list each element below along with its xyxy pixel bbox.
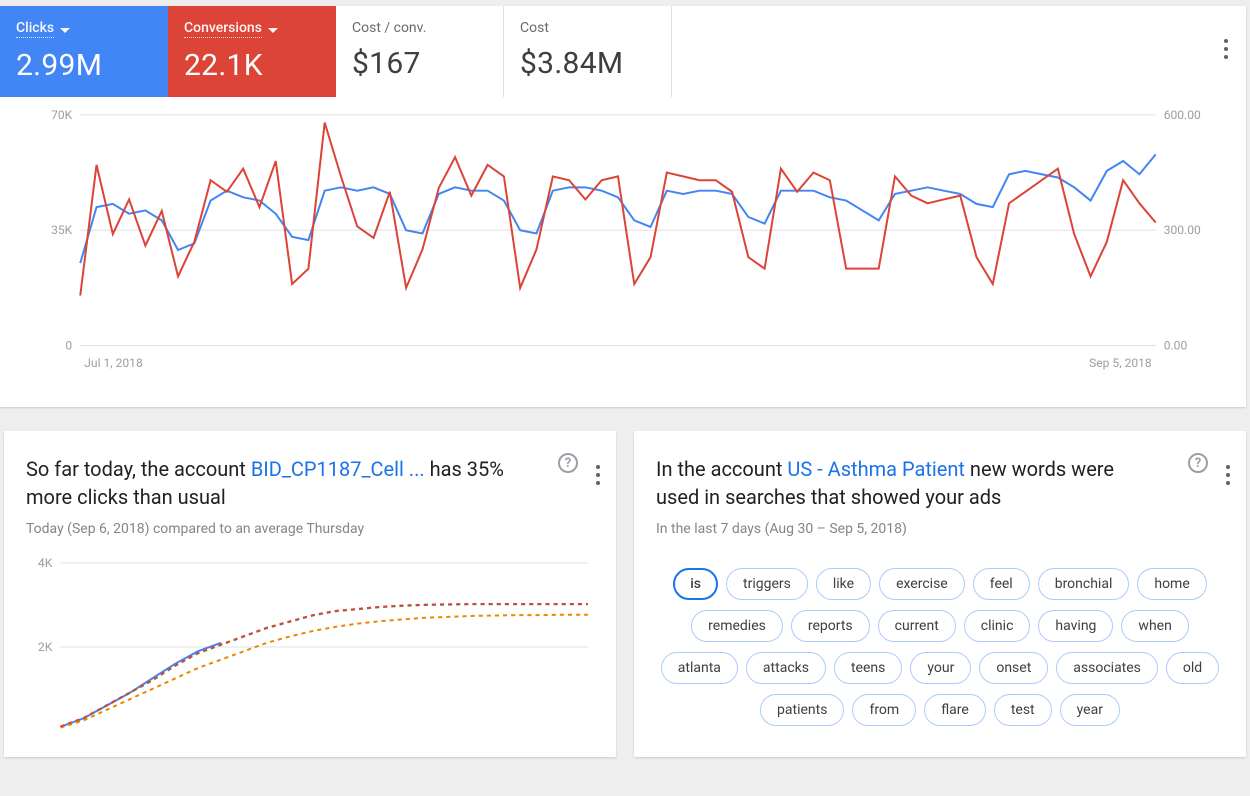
insight-right-prefix: In the account [656, 457, 787, 481]
svg-text:Jul 1, 2018: Jul 1, 2018 [84, 356, 143, 370]
search-term-pill[interactable]: remedies [691, 610, 783, 642]
more-vert-icon [596, 465, 600, 469]
time-series-chart[interactable]: 0 35K 70K 0.00 300.00 600.00 Jul 1, 2018 Sep 5,… [0, 97, 1246, 407]
svg-text:35K: 35K [51, 223, 73, 237]
search-term-pill[interactable]: having [1038, 610, 1113, 642]
search-term-pill[interactable]: your [910, 652, 971, 684]
svg-text:300.00: 300.00 [1164, 223, 1201, 237]
search-term-pill[interactable]: home [1137, 568, 1206, 600]
svg-text:0: 0 [65, 339, 72, 353]
search-term-pill[interactable]: clinic [964, 610, 1031, 642]
card-menu-button[interactable] [596, 454, 600, 473]
search-term-pill[interactable]: feel [973, 568, 1030, 600]
caret-down-icon [268, 28, 278, 33]
search-term-pill[interactable]: bronchial [1038, 568, 1130, 600]
metric-clicks-value: 2.99M [16, 48, 146, 83]
performance-card: Clicks 2.99M Conversions 22.1K Cost / co… [0, 6, 1246, 407]
search-term-pill[interactable]: teens [834, 652, 902, 684]
card-menu-button[interactable] [1226, 454, 1230, 473]
metric-cpc-value: $167 [352, 46, 481, 81]
search-terms-pill-cloud: istriggerslikeexercisefeelbronchialhome r… [656, 563, 1224, 731]
search-term-pill[interactable]: year [1060, 694, 1120, 726]
caret-down-icon [60, 28, 70, 33]
help-icon[interactable]: ? [558, 453, 578, 473]
search-term-pill[interactable]: patients [760, 694, 844, 726]
search-term-pill[interactable]: test [994, 694, 1052, 726]
search-term-pill[interactable]: flare [924, 694, 986, 726]
insight-right-subtitle: In the last 7 days (Aug 30 – Sep 5, 2018… [656, 521, 1224, 537]
metric-conversions[interactable]: Conversions 22.1K [168, 6, 336, 97]
more-vert-icon [1224, 39, 1228, 43]
insight-left-title: So far today, the account BID_CP1187_Cel… [26, 455, 594, 511]
search-term-pill[interactable]: reports [791, 610, 870, 642]
metric-conversions-value: 22.1K [184, 48, 314, 83]
metric-cost[interactable]: Cost $3.84M [504, 6, 672, 97]
metric-clicks-label: Clicks [16, 20, 54, 38]
insight-row: ? So far today, the account BID_CP1187_C… [4, 431, 1246, 757]
insight-right-account-link[interactable]: US - Asthma Patient [787, 457, 965, 481]
metric-row: Clicks 2.99M Conversions 22.1K Cost / co… [0, 6, 1246, 97]
svg-text:2K: 2K [38, 640, 53, 654]
search-term-pill[interactable]: old [1166, 652, 1219, 684]
insight-left-mini-chart[interactable]: 2K 4K [26, 557, 594, 737]
metric-cost-label: Cost [520, 20, 649, 36]
svg-text:600.00: 600.00 [1164, 108, 1201, 122]
insight-card-search-terms: ? In the account US - Asthma Patient new… [634, 431, 1246, 757]
search-term-pill[interactable]: attacks [746, 652, 826, 684]
search-term-pill[interactable]: atlanta [661, 652, 738, 684]
metric-cpc-label: Cost / conv. [352, 20, 481, 36]
metric-conversions-label: Conversions [184, 20, 262, 38]
insight-left-prefix: So far today, the account [26, 457, 251, 481]
metric-clicks[interactable]: Clicks 2.99M [0, 6, 168, 97]
metric-cost-per-conv[interactable]: Cost / conv. $167 [336, 6, 504, 97]
search-term-pill[interactable]: when [1121, 610, 1188, 642]
search-term-pill[interactable]: current [878, 610, 956, 642]
insight-card-clicks-anomaly: ? So far today, the account BID_CP1187_C… [4, 431, 616, 757]
metric-cost-value: $3.84M [520, 46, 649, 81]
svg-text:0.00: 0.00 [1164, 339, 1188, 353]
insight-left-account-link[interactable]: BID_CP1187_Cell ... [251, 457, 425, 481]
search-term-pill[interactable]: onset [979, 652, 1048, 684]
svg-text:Sep 5, 2018: Sep 5, 2018 [1089, 356, 1152, 370]
search-term-pill[interactable]: associates [1056, 652, 1158, 684]
svg-text:4K: 4K [38, 557, 53, 570]
search-term-pill[interactable]: triggers [726, 568, 808, 600]
search-term-pill[interactable]: like [816, 568, 871, 600]
search-term-pill[interactable]: exercise [879, 568, 965, 600]
help-icon[interactable]: ? [1188, 453, 1208, 473]
insight-left-subtitle: Today (Sep 6, 2018) compared to an avera… [26, 521, 594, 537]
search-term-pill[interactable]: is [673, 568, 718, 600]
svg-text:70K: 70K [51, 108, 73, 122]
search-term-pill[interactable]: from [852, 694, 916, 726]
card-menu-button[interactable] [1224, 28, 1228, 47]
more-vert-icon [1226, 465, 1230, 469]
insight-right-title: In the account US - Asthma Patient new w… [656, 455, 1224, 511]
